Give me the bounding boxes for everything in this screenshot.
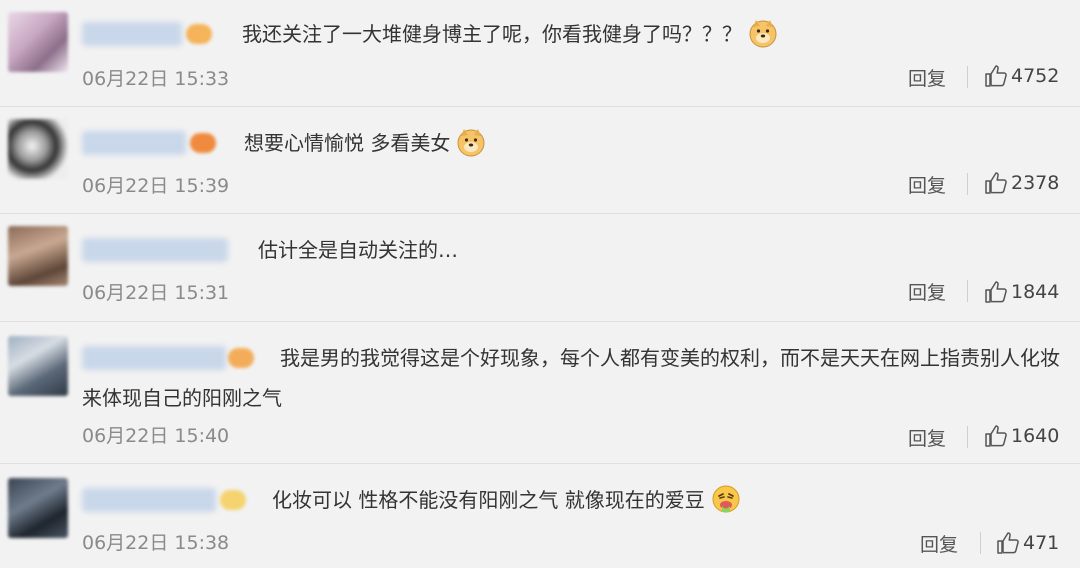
username-blurred[interactable] — [82, 238, 228, 262]
reply-button[interactable]: 回复 — [908, 278, 946, 305]
comment-item: 化妆可以 性格不能没有阳刚之气 就像现在的爱豆 06月22日 15:38 回复 … — [0, 464, 1080, 568]
comment-item: 我还关注了一大堆健身博主了呢，你看我健身了吗？？？ 06月22日 15:33 回… — [0, 0, 1080, 107]
thumbs-up-icon — [985, 65, 1007, 87]
comment-time: 06月22日 15:39 — [82, 175, 230, 197]
comment-text-content: 想要心情愉悦 多看美女 — [244, 131, 451, 155]
like-button[interactable]: 1640 — [984, 424, 1059, 448]
comment-list: 我还关注了一大堆健身博主了呢，你看我健身了吗？？？ 06月22日 15:33 回… — [0, 0, 1080, 568]
thumbs-up-icon — [985, 281, 1007, 303]
comment-time: 06月22日 15:31 — [82, 282, 230, 304]
doge-emoji-icon — [749, 20, 777, 48]
doge-emoji-icon — [457, 129, 485, 157]
avatar[interactable] — [8, 478, 68, 538]
user-badge-icon — [220, 490, 246, 510]
avatar[interactable] — [8, 226, 68, 286]
comment-time: 06月22日 15:33 — [82, 68, 230, 90]
reply-button[interactable]: 回复 — [908, 171, 946, 198]
divider — [967, 66, 968, 88]
like-count: 4752 — [1011, 65, 1060, 87]
comment-text-content: 我还关注了一大堆健身博主了呢，你看我健身了吗？？？ — [242, 22, 742, 46]
comment-time: 06月22日 15:38 — [82, 532, 230, 554]
vomit-emoji-icon — [712, 485, 740, 513]
divider — [980, 532, 981, 554]
comment-time: 06月22日 15:40 — [82, 425, 230, 447]
comment-item: 想要心情愉悦 多看美女 06月22日 15:39 回复 2378 — [0, 107, 1080, 214]
comment-item: 我是男的我觉得这是个好现象，每个人都有变美的权利，而不是天天在网上指责别人化妆来… — [0, 322, 1080, 464]
comment-text-content: 我是男的我觉得这是个好现象，每个人都有变美的权利，而不是天天在网上指责别人化妆来… — [82, 346, 1060, 410]
comment-text-content: 化妆可以 性格不能没有阳刚之气 就像现在的爱豆 — [272, 488, 705, 512]
divider — [967, 426, 968, 448]
like-button[interactable]: 2378 — [984, 171, 1059, 195]
comment-text: 我还关注了一大堆健身博主了呢，你看我健身了吗？？？ — [242, 14, 778, 54]
avatar[interactable] — [8, 336, 68, 396]
like-count: 1640 — [1011, 425, 1060, 447]
comment-text: 化妆可以 性格不能没有阳刚之气 就像现在的爱豆 — [272, 480, 741, 520]
like-button[interactable]: 1844 — [984, 280, 1059, 304]
username-blurred[interactable] — [82, 131, 186, 155]
like-button[interactable]: 4752 — [984, 64, 1059, 88]
comment-item: 估计全是自动关注的… 06月22日 15:31 回复 1844 — [0, 214, 1080, 322]
comment-text: 我是男的我觉得这是个好现象，每个人都有变美的权利，而不是天天在网上指责别人化妆来… — [82, 338, 1072, 418]
username-blurred[interactable] — [82, 22, 182, 46]
avatar[interactable] — [8, 119, 68, 179]
like-count: 471 — [1023, 532, 1060, 554]
comment-text-content: 估计全是自动关注的… — [258, 238, 458, 262]
username-blurred[interactable] — [82, 488, 216, 512]
reply-button[interactable]: 回复 — [908, 424, 946, 451]
thumbs-up-icon — [997, 532, 1019, 554]
thumbs-up-icon — [985, 425, 1007, 447]
divider — [967, 173, 968, 195]
like-count: 2378 — [1011, 172, 1060, 194]
reply-button[interactable]: 回复 — [908, 64, 946, 91]
avatar[interactable] — [8, 12, 68, 72]
thumbs-up-icon — [985, 172, 1007, 194]
comment-text: 想要心情愉悦 多看美女 — [244, 123, 486, 163]
divider — [967, 280, 968, 302]
like-count: 1844 — [1011, 281, 1060, 303]
like-button[interactable]: 471 — [996, 531, 1059, 555]
user-badge-icon — [190, 133, 216, 153]
reply-button[interactable]: 回复 — [920, 530, 958, 557]
comment-text: 估计全是自动关注的… — [258, 230, 458, 270]
user-badge-icon — [186, 24, 212, 44]
